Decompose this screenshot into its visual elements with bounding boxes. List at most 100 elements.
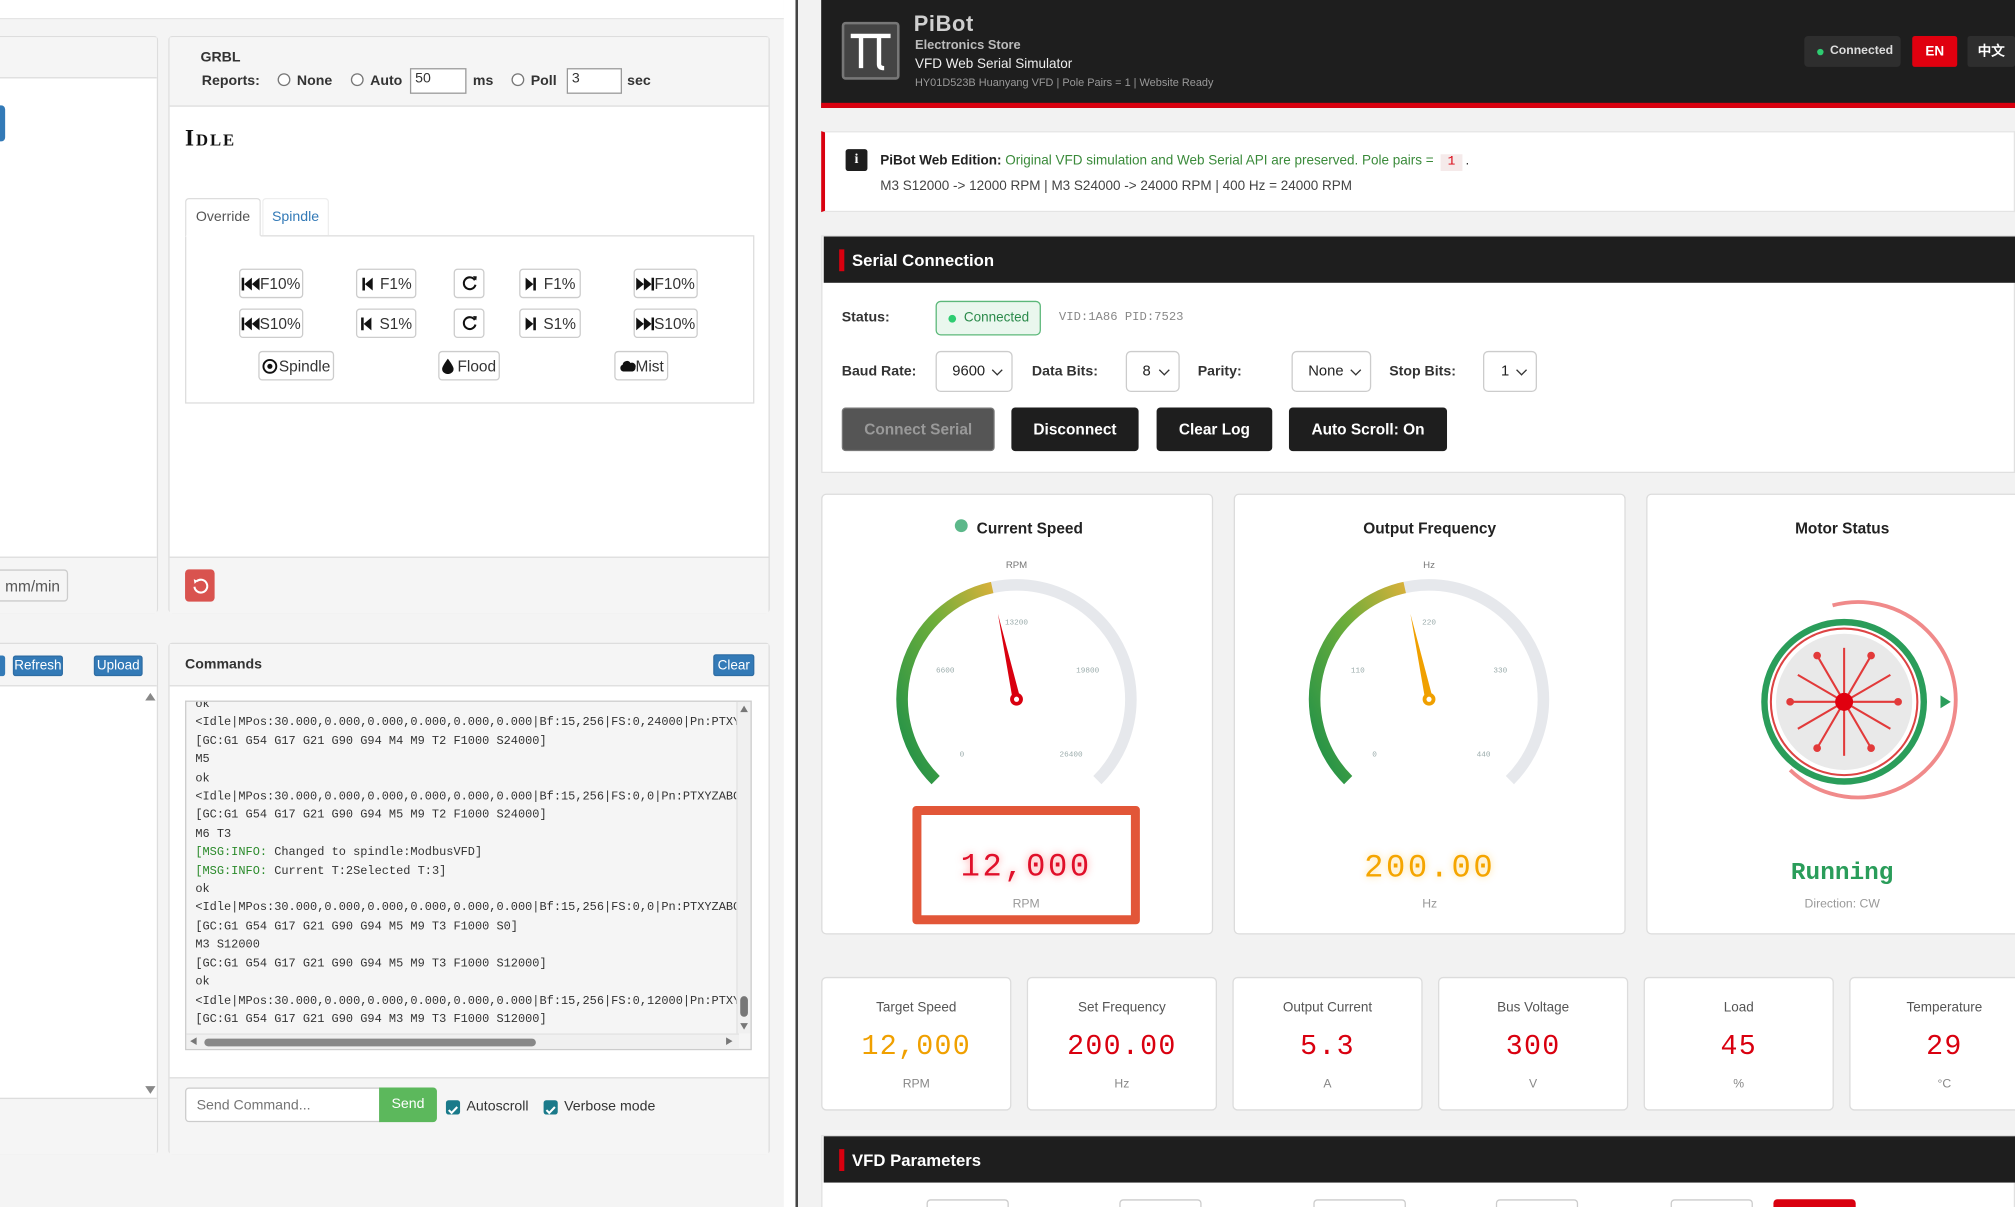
store-name: Electronics Store — [914, 38, 1021, 53]
speed-readout-value: 12,000 — [960, 848, 1092, 886]
serial-status-badge: Connected — [935, 300, 1041, 336]
spindle-fine-plus-label: S1% — [543, 314, 576, 333]
flood-toggle-button[interactable]: Flood — [438, 350, 500, 381]
log-scroll-down-icon[interactable] — [740, 1023, 748, 1030]
feed-coarse-minus-button[interactable]: F10% — [239, 268, 304, 299]
panel-footer — [169, 556, 769, 614]
panel-footer — [0, 1097, 157, 1155]
fast-forward-icon — [636, 277, 655, 290]
files-scroll-down-icon[interactable] — [145, 1086, 156, 1094]
tab-override[interactable]: Override — [185, 197, 261, 237]
temperature-stat: Temperature 29 °C — [1849, 976, 2015, 1111]
axes-panel-partial: mm/min — [0, 35, 159, 614]
report-option-poll[interactable]: Poll — [511, 73, 557, 89]
motor-icon — [1761, 600, 1958, 800]
log-hscroll-right-icon[interactable] — [726, 1037, 733, 1046]
vfd-param-field[interactable] — [1313, 1199, 1406, 1207]
mist-toggle-label: Mist — [635, 356, 664, 375]
load-stat: Load 45% — [1643, 976, 1834, 1111]
log-line: <Idle|MPos:30.000,0.000,0.000,0.000,0.00… — [195, 900, 741, 915]
reset-button[interactable] — [185, 569, 215, 602]
report-option-auto[interactable]: Auto — [350, 73, 402, 89]
refresh-files-button[interactable]: Refresh — [12, 655, 63, 677]
tab-spindle[interactable]: Spindle — [262, 197, 329, 236]
serial-status-text: Connected — [963, 309, 1030, 326]
clear-log-button[interactable]: Clear Log — [1156, 407, 1273, 452]
lang-zh-button[interactable]: 中文 — [1967, 35, 2015, 67]
step-forward-icon — [525, 277, 537, 290]
log-hscroll-left-icon[interactable] — [190, 1037, 197, 1046]
verbose-label: Verbose mode — [564, 1099, 656, 1115]
vfd-param-field[interactable] — [1670, 1199, 1753, 1207]
log-scrollbar-horizontal[interactable] — [186, 1033, 739, 1049]
autoscroll-checkbox[interactable] — [445, 1100, 461, 1115]
parity-select[interactable]: None — [1291, 350, 1372, 393]
feed-fine-minus-button[interactable]: F1% — [355, 268, 417, 299]
step-forward-icon — [525, 316, 536, 330]
vfd-param-field[interactable] — [1495, 1199, 1579, 1207]
files-scroll-up-icon[interactable] — [145, 692, 156, 701]
baud-select[interactable]: 9600 — [935, 350, 1013, 393]
baud-value: 9600 — [952, 363, 986, 380]
log-msg-tag: [MSG:INFO: — [195, 844, 268, 859]
spindle-reset-button[interactable] — [453, 308, 485, 339]
stat-label: Temperature — [1906, 1000, 1983, 1016]
command-log[interactable]: ok <Idle|MPos:30.000,0.000,0.000,0.000,0.… — [185, 700, 752, 1051]
auto-interval-input[interactable]: 50 — [409, 68, 467, 94]
send-command-input[interactable] — [185, 1087, 381, 1123]
output-current-stat: Output Current 5.3 A — [1232, 976, 1423, 1111]
feed-fine-minus-label: F1% — [379, 274, 412, 293]
stat-value: 45 — [1720, 1030, 1757, 1064]
feed-coarse-plus-button[interactable]: F10% — [633, 268, 698, 299]
lang-en-button[interactable]: EN — [1912, 35, 1958, 67]
radio-poll[interactable] — [511, 73, 525, 87]
upload-file-button[interactable]: Upload — [93, 655, 143, 677]
log-hscroll-thumb[interactable] — [204, 1038, 536, 1047]
vfd-param-field[interactable] — [1119, 1199, 1202, 1207]
verbose-checkbox[interactable] — [543, 1100, 558, 1115]
log-scroll-up-icon[interactable] — [740, 705, 748, 713]
axes-panel-blue-button[interactable] — [0, 105, 6, 142]
status-dot — [948, 314, 957, 323]
stat-unit: V — [1529, 1077, 1538, 1092]
feed-unit-button[interactable]: mm/min — [0, 569, 69, 602]
feed-reset-button[interactable] — [453, 268, 485, 299]
fast-backward-icon — [242, 277, 260, 290]
gauge-tick-label: 19800 — [1076, 667, 1099, 675]
log-line: ok — [195, 881, 210, 897]
send-command-button[interactable]: Send — [379, 1087, 437, 1123]
parity-value: None — [1308, 363, 1344, 380]
vfd-param-field[interactable] — [926, 1199, 1009, 1207]
spindle-fine-minus-button[interactable]: S1% — [355, 308, 417, 339]
stop-bits-select[interactable]: 1 — [1483, 350, 1537, 393]
stat-unit: A — [1323, 1077, 1332, 1092]
spindle-fine-plus-button[interactable]: S1% — [519, 308, 581, 339]
spindle-fine-minus-label: S1% — [379, 314, 413, 333]
log-scrollbar-vertical[interactable] — [736, 701, 751, 1034]
spindle-coarse-plus-button[interactable]: S10% — [633, 308, 698, 339]
mist-toggle-button[interactable]: Mist — [614, 350, 669, 381]
data-bits-select[interactable]: 8 — [1125, 350, 1180, 393]
clear-commands-button[interactable]: Clear — [713, 654, 755, 677]
log-line: M6 T3 — [195, 826, 232, 841]
spindle-coarse-minus-button[interactable]: S10% — [239, 308, 304, 339]
vfd-param-button[interactable] — [1773, 1199, 1856, 1207]
auto-scroll-button[interactable]: Auto Scroll: On — [1288, 407, 1448, 452]
radio-none[interactable] — [277, 73, 291, 87]
notice-pole-value: 1 — [1441, 154, 1462, 171]
refresh-icon — [462, 315, 477, 331]
disconnect-button[interactable]: Disconnect — [1011, 407, 1139, 452]
stat-unit: Hz — [1114, 1077, 1130, 1092]
feed-fine-plus-button[interactable]: F1% — [519, 268, 581, 299]
files-panel-partial: Refresh Upload — [0, 642, 159, 1155]
poll-interval-input[interactable]: 3 — [566, 68, 622, 94]
radio-auto[interactable] — [350, 73, 364, 87]
connect-serial-button[interactable]: Connect Serial — [841, 407, 995, 452]
report-option-none[interactable]: None — [277, 73, 332, 89]
files-blue-button[interactable] — [0, 655, 6, 677]
poll-interval-unit: sec — [627, 73, 651, 89]
spindle-toggle-button[interactable]: Spindle — [258, 350, 335, 381]
stat-label: Output Current — [1282, 1000, 1373, 1016]
log-scroll-thumb[interactable] — [740, 996, 748, 1017]
gauge-tick-label: 0 — [1372, 751, 1377, 759]
